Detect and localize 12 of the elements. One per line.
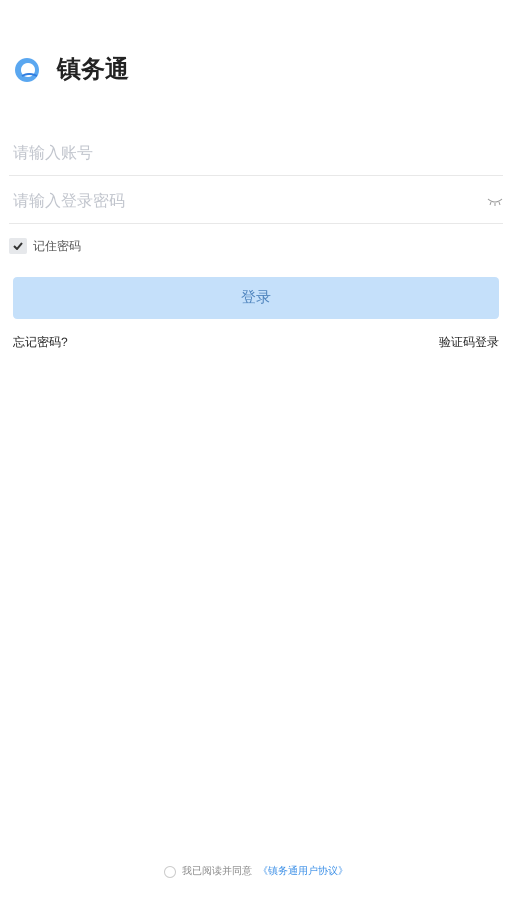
account-field[interactable]: 请输入账号 <box>9 132 503 175</box>
app-title: 镇务通 <box>57 55 129 85</box>
forgot-password-link[interactable]: 忘记密码? <box>13 333 68 351</box>
remember-label: 记住密码 <box>33 238 81 255</box>
agreement-text: 我已阅读并同意 <box>182 864 252 879</box>
closed-eye-icon[interactable] <box>487 196 503 206</box>
remember-checkbox[interactable] <box>9 238 27 254</box>
logo-icon <box>13 56 41 84</box>
sms-login-link[interactable]: 验证码登录 <box>439 333 499 351</box>
agreement-radio[interactable] <box>164 866 176 878</box>
check-icon <box>13 242 23 250</box>
password-field[interactable]: 请输入登录密码 <box>9 180 487 223</box>
